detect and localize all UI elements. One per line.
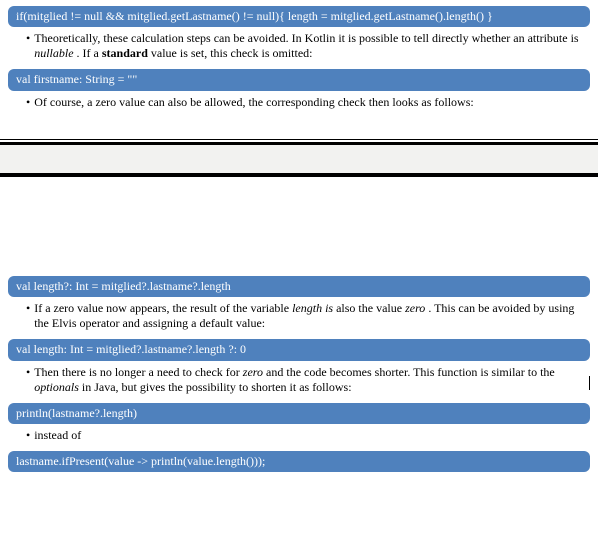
code-block-1: if(mitglied != null && mitglied.getLastn…: [8, 6, 590, 27]
body-paragraph-1: • Theoretically, these calculation steps…: [8, 31, 590, 67]
text-run: Then there is no longer a need to check …: [34, 365, 243, 379]
body-paragraph-4: • Then there is no longer a need to chec…: [8, 365, 587, 401]
text-run: instead of: [34, 428, 590, 443]
code-block-6: lastname.ifPresent(value -> println(valu…: [8, 451, 590, 472]
page-top-margin: [0, 174, 598, 270]
text-run: If a zero value now appears, the result …: [34, 301, 292, 315]
page-lower: val length?: Int = mitglied?.lastname?.l…: [0, 270, 598, 473]
code-block-5: println(lastname?.length): [8, 403, 590, 424]
bullet-dot: •: [26, 31, 30, 61]
code-block-2: val firstname: String = "": [8, 69, 590, 90]
page-break-gap: [0, 145, 598, 174]
bullet-dot: •: [26, 365, 30, 395]
code-block-4: val length: Int = mitglied?.lastname?.le…: [8, 339, 590, 360]
body-paragraph-3: • If a zero value now appears, the resul…: [8, 301, 590, 337]
text-run: also the value: [336, 301, 405, 315]
bullet-dot: •: [26, 301, 30, 331]
text-run-italic: length is: [292, 301, 333, 315]
page-upper: if(mitglied != null && mitglied.getLastn…: [0, 0, 598, 116]
bullet-dot: •: [26, 95, 30, 110]
text-run: in Java, but gives the possibility to sh…: [82, 380, 352, 394]
body-paragraph-5: • instead of: [8, 428, 590, 449]
bullet-dot: •: [26, 428, 30, 443]
body-paragraph-2: • Of course, a zero value can also be al…: [8, 95, 590, 116]
text-run: and the code becomes shorter. This funct…: [266, 365, 555, 379]
text-run: . If a: [77, 46, 102, 60]
text-cursor: [589, 376, 590, 390]
text-run: Theoretically, these calculation steps c…: [34, 31, 578, 45]
text-run-italic: optionals: [34, 380, 79, 394]
text-run-italic: nullable: [34, 46, 73, 60]
text-run: Of course, a zero value can also be allo…: [34, 95, 590, 110]
text-run-bold: standard: [102, 46, 148, 60]
text-run-italic: zero: [243, 365, 263, 379]
text-run: value is set, this check is omitted:: [151, 46, 313, 60]
text-run-italic: zero: [405, 301, 425, 315]
code-block-3: val length?: Int = mitglied?.lastname?.l…: [8, 276, 590, 297]
